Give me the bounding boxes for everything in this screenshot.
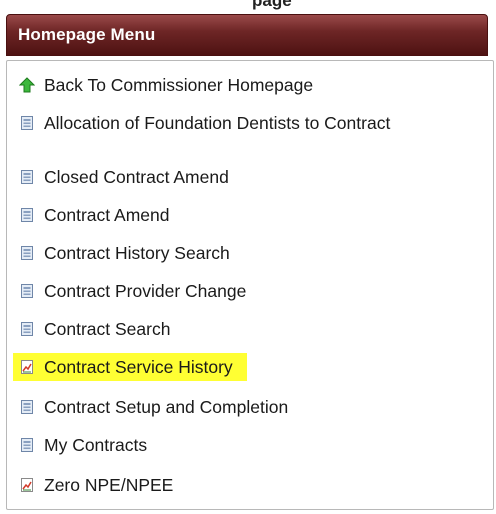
- page-heading-cut: page: [0, 0, 496, 14]
- report-icon: [21, 360, 33, 374]
- menu-title: Homepage Menu: [18, 25, 156, 44]
- menu-item-label: My Contracts: [44, 434, 148, 455]
- page-heading-fragment: page: [252, 0, 292, 10]
- menu-item-contract-service-history[interactable]: Contract Service History: [13, 353, 247, 381]
- form-icon: [21, 116, 33, 130]
- form-icon: [21, 170, 33, 184]
- menu-item-label: Allocation of Foundation Dentists to Con…: [44, 112, 391, 133]
- menu-item-label: Back To Commissioner Homepage: [44, 74, 314, 95]
- form-icon: [21, 400, 33, 414]
- menu-item-label: Contract Service History: [44, 356, 233, 377]
- form-icon: [21, 322, 33, 336]
- menu-item-label: Zero NPE/NPEE: [44, 474, 174, 495]
- menu-item-contract-history-search[interactable]: Contract History Search: [19, 239, 230, 267]
- menu-list: Back To Commissioner Homepage Allocation…: [6, 60, 494, 510]
- menu-item-my-contracts[interactable]: My Contracts: [19, 431, 147, 459]
- menu-item-contract-search[interactable]: Contract Search: [19, 315, 170, 343]
- menu-item-label: Contract Search: [44, 318, 171, 339]
- report-icon: [21, 478, 33, 492]
- menu-item-closed-contract-amend[interactable]: Closed Contract Amend: [19, 163, 229, 191]
- form-icon: [21, 246, 33, 260]
- menu-header: Homepage Menu: [6, 14, 488, 56]
- up-arrow-icon: [19, 77, 35, 93]
- form-icon: [21, 208, 33, 222]
- menu-item-label: Contract Setup and Completion: [44, 396, 289, 417]
- menu-item-label: Contract Provider Change: [44, 280, 247, 301]
- menu-item-label: Contract History Search: [44, 242, 230, 263]
- menu-item-back-to-commissioner-homepage[interactable]: Back To Commissioner Homepage: [19, 71, 313, 99]
- menu-item-label: Closed Contract Amend: [44, 166, 229, 187]
- menu-item-label: Contract Amend: [44, 204, 170, 225]
- form-icon: [21, 438, 33, 452]
- menu-item-contract-setup-and-completion[interactable]: Contract Setup and Completion: [19, 393, 288, 421]
- menu-item-allocation-of-foundation-dentists[interactable]: Allocation of Foundation Dentists to Con…: [19, 109, 390, 137]
- form-icon: [21, 284, 33, 298]
- menu-item-contract-amend[interactable]: Contract Amend: [19, 201, 169, 229]
- menu-item-contract-provider-change[interactable]: Contract Provider Change: [19, 277, 246, 305]
- menu-item-zero-npe-npee[interactable]: Zero NPE/NPEE: [19, 471, 173, 499]
